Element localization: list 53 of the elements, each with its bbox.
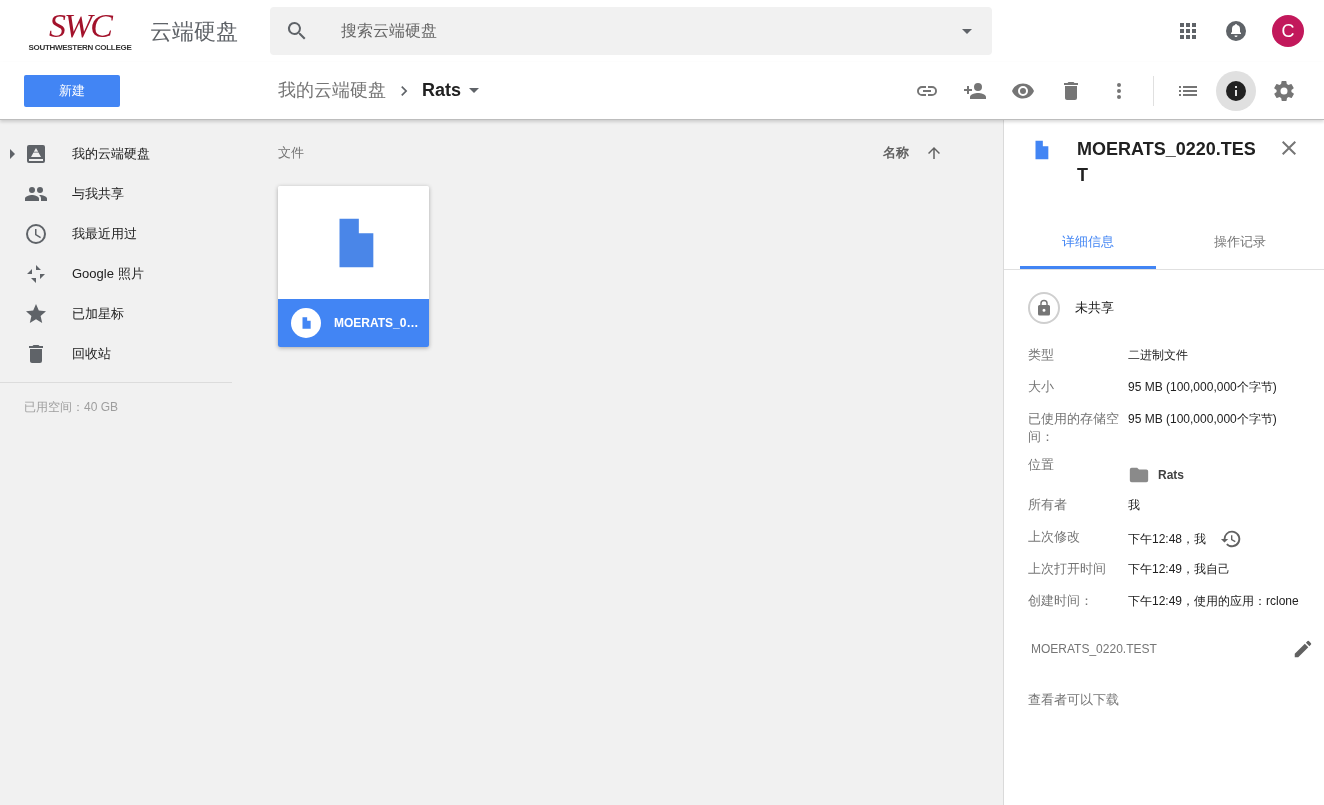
property-label: 位置 — [1028, 456, 1055, 474]
sidebar-item[interactable]: Google 照片 — [0, 254, 232, 294]
info-icon — [1224, 78, 1248, 103]
more-icon — [1117, 82, 1121, 99]
breadcrumb-item[interactable]: Rats — [422, 77, 461, 104]
app-title: 云端硬盘 — [150, 17, 238, 46]
property-label: 上次打开时间 — [1028, 560, 1107, 578]
property-label: 已使用的存储空间： — [1028, 410, 1120, 446]
sort-label[interactable]: 名称 — [883, 143, 909, 163]
property-label: 所有者 — [1028, 496, 1068, 514]
property-value: 下午12:48，我 — [1128, 531, 1207, 548]
sidebar-item[interactable]: 已加星标 — [0, 294, 232, 334]
property-label: 类型 — [1028, 346, 1055, 364]
drive-icon — [24, 142, 48, 166]
dropdown-caret-icon[interactable] — [962, 28, 972, 34]
history-icon[interactable] — [1220, 528, 1243, 550]
sidebar-item[interactable]: 我最近用过 — [0, 214, 232, 254]
expand-arrow-icon[interactable] — [10, 149, 15, 159]
new-button[interactable]: 新建 — [24, 74, 120, 107]
property-value: 95 MB (100,000,000个字节) — [1128, 379, 1277, 396]
file-title: MOERATS_0220.TEST — [1077, 138, 1257, 187]
clock-icon — [24, 222, 48, 246]
property-label: 大小 — [1028, 378, 1055, 396]
star-icon — [24, 302, 48, 326]
edit-icon[interactable] — [1292, 638, 1314, 660]
details-tab[interactable]: 详细信息 — [1020, 217, 1156, 269]
sidebar-item[interactable]: 与我共享 — [0, 174, 232, 214]
settings-icon — [1272, 78, 1296, 103]
college-logo[interactable]: SWC SOUTHWESTERN COLLEGE — [20, 5, 140, 57]
location-link[interactable]: Rats — [1158, 466, 1184, 484]
property-value: 95 MB (100,000,000个字节) — [1128, 411, 1277, 428]
property-value: 二进制文件 — [1128, 347, 1188, 364]
property-label: 创建时间： — [1028, 592, 1094, 610]
sidebar-item[interactable]: 我的云端硬盘 — [0, 134, 232, 174]
storage-usage: 已用空间：40 GB — [23, 399, 120, 416]
download-permission: 查看者可以下载 — [1028, 691, 1120, 709]
property-value: 我 — [1128, 497, 1140, 514]
sidebar-item[interactable]: 回收站 — [0, 334, 232, 374]
property-value: 下午12:49，使用的应用：rclone — [1128, 593, 1299, 610]
file-type-icon — [291, 308, 321, 338]
dropdown-caret-icon[interactable] — [469, 88, 479, 93]
avatar[interactable]: C — [1272, 15, 1304, 47]
lock-icon — [1028, 292, 1060, 324]
property-label: 上次修改 — [1028, 528, 1081, 546]
section-heading: 文件 — [278, 144, 304, 163]
sharing-status: 未共享 — [1075, 299, 1114, 318]
property-value: 下午12:49，我自己 — [1128, 561, 1231, 578]
info-button[interactable] — [1216, 70, 1256, 111]
file-name: MOERATS_0… — [334, 315, 419, 332]
details-tab[interactable]: 操作记录 — [1172, 217, 1308, 269]
notifications-icon[interactable] — [1224, 19, 1248, 43]
breadcrumb-item[interactable]: 我的云端硬盘 — [278, 77, 386, 104]
description-field[interactable]: MOERATS_0220.TEST — [1031, 640, 1157, 658]
